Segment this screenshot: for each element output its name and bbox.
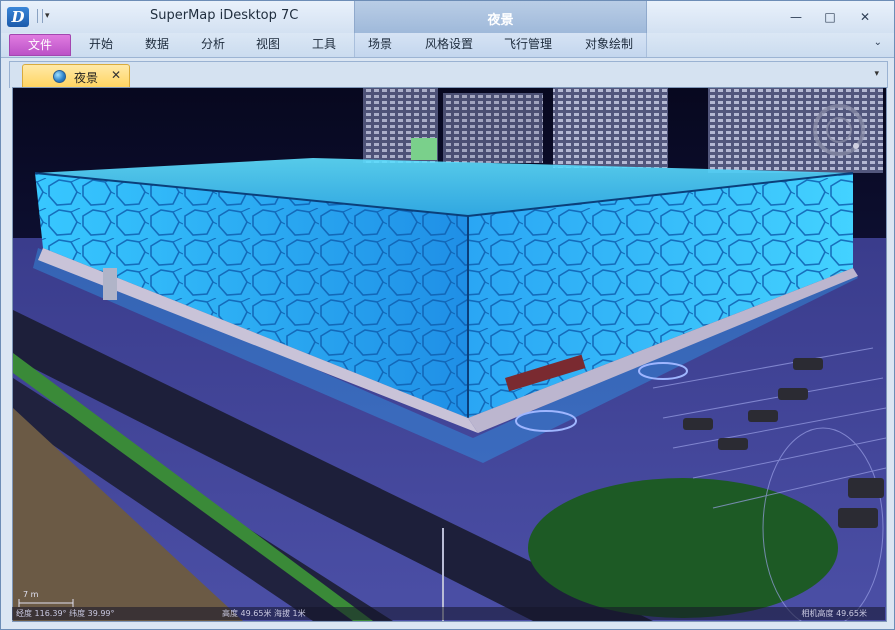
scene-status-bar: 经度 116.39° 纬度 39.99° 高度 49.65米 海拔 1米 相机高… [12, 607, 885, 620]
ribbon-collapse-icon[interactable]: ⌄ [874, 37, 882, 48]
document-tab-label: 夜景 [74, 71, 99, 85]
window-title: SuperMap iDesktop 7C [150, 8, 299, 23]
scale-bar-label: 7 m [23, 590, 39, 599]
scene-viewport[interactable]: 7 m [12, 87, 887, 622]
status-altitude: 高度 49.65米 海拔 1米 [222, 609, 306, 618]
contextual-tab-title: 夜景 [487, 13, 514, 28]
status-camera-height: 相机高度 49.65米 [801, 609, 867, 618]
document-tab-strip: 夜景 ✕ ▾ [9, 61, 888, 88]
tab-object-drawing[interactable]: 对象绘制 [577, 33, 641, 55]
night-scene-render [13, 88, 886, 621]
tab-view[interactable]: 视图 [246, 33, 290, 55]
quick-access-separator [37, 9, 43, 23]
contextual-tab-header: 夜景 [354, 1, 647, 33]
tab-file[interactable]: 文件 [9, 34, 71, 56]
maximize-button[interactable]: □ [819, 9, 841, 25]
ribbon-tab-bar: 文件 开始 数据 分析 视图 工具 场景 风格设置 飞行管理 对象绘制 ⌄ [1, 33, 894, 58]
tab-tools[interactable]: 工具 [302, 33, 346, 55]
globe-icon [53, 70, 66, 83]
document-tab-night-scene[interactable]: 夜景 ✕ [22, 64, 130, 88]
tab-start[interactable]: 开始 [79, 33, 123, 55]
quick-access-dropdown-icon[interactable]: ▾ [45, 9, 55, 23]
close-button[interactable]: ✕ [854, 9, 876, 25]
app-logo-icon[interactable]: D [7, 7, 29, 27]
app-window: D ▾ SuperMap iDesktop 7C 夜景 — □ ✕ 文件 开始 … [0, 0, 895, 630]
tab-flight-management[interactable]: 飞行管理 [496, 33, 560, 55]
tab-data[interactable]: 数据 [135, 33, 179, 55]
minimize-button[interactable]: — [785, 9, 807, 25]
document-tab-close-icon[interactable]: ✕ [111, 68, 121, 82]
title-bar: D ▾ SuperMap iDesktop 7C 夜景 — □ ✕ [1, 1, 894, 33]
tab-scene[interactable]: 场景 [358, 33, 402, 55]
document-list-dropdown-icon[interactable]: ▾ [874, 69, 879, 79]
status-coordinates: 经度 116.39° 纬度 39.99° [16, 609, 115, 618]
tab-analysis[interactable]: 分析 [191, 33, 235, 55]
tab-style-settings[interactable]: 风格设置 [417, 33, 481, 55]
